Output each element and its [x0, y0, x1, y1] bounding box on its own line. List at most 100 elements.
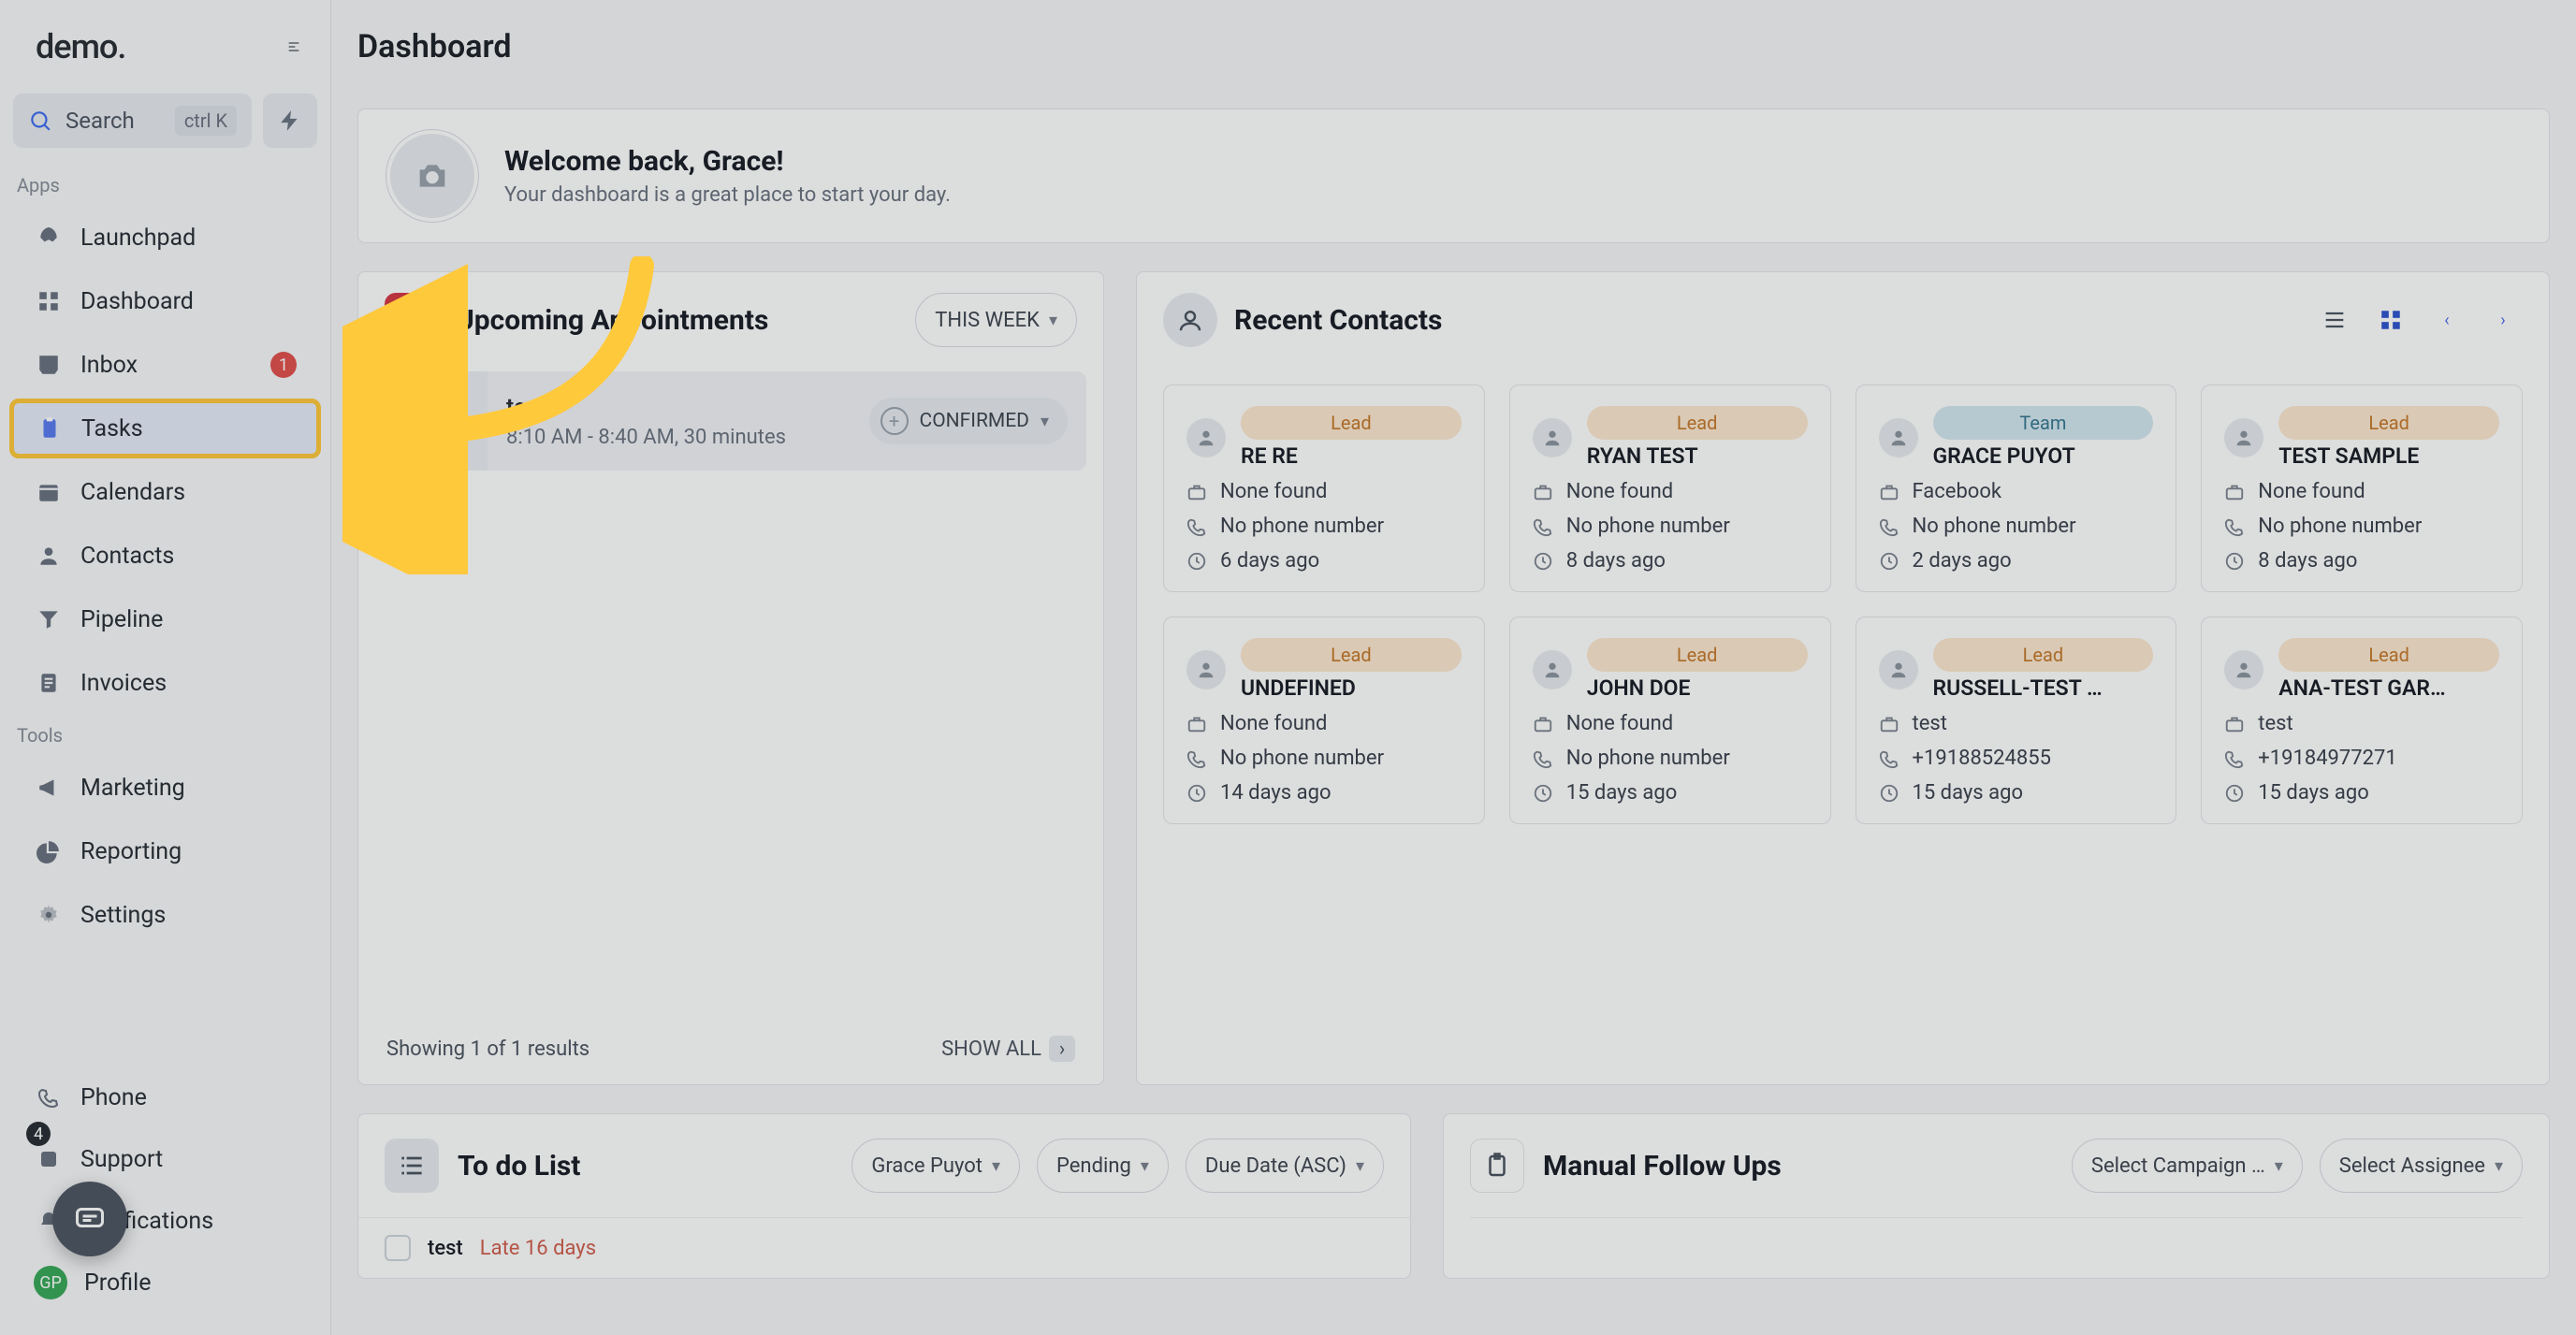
clock-icon — [2224, 551, 2245, 572]
chevron-down-icon: ▾ — [992, 1156, 1000, 1176]
filter-label: Pending — [1056, 1154, 1131, 1178]
appointment-status-dropdown[interactable]: + CONFIRMED ▾ — [869, 398, 1068, 444]
profile-photo-placeholder[interactable] — [386, 130, 478, 222]
show-all-button[interactable]: SHOW ALL › — [941, 1036, 1075, 1062]
manual-campaign-filter[interactable]: Select Campaign … ▾ — [2072, 1139, 2303, 1193]
gear-icon — [34, 900, 64, 930]
calendar-add-icon — [385, 293, 439, 347]
contact-name: RE RE — [1241, 443, 1462, 469]
sidebar-item-label: Launchpad — [80, 225, 196, 252]
contact-age: 8 days ago — [2224, 549, 2499, 573]
appointments-range-filter[interactable]: THIS WEEK ▾ — [915, 293, 1077, 347]
contact-phone: No phone number — [1879, 515, 2154, 538]
sidebar-item-inbox[interactable]: Inbox 1 — [13, 335, 317, 395]
user-icon — [34, 541, 64, 571]
appointment-day: 17 — [411, 410, 451, 451]
sidebar-item-reporting[interactable]: Reporting — [13, 821, 317, 881]
contact-age: 15 days ago — [2224, 781, 2499, 805]
sidebar-item-label: Calendars — [80, 479, 185, 506]
sidebar-item-calendars[interactable]: Calendars — [13, 462, 317, 522]
contact-card[interactable]: Lead RYAN TEST None found No phone numbe… — [1509, 385, 1831, 592]
grid-icon — [34, 286, 64, 316]
contact-card[interactable]: Lead JOHN DOE None found No phone number… — [1509, 617, 1831, 824]
contact-age: 6 days ago — [1186, 549, 1462, 573]
clock-icon — [1879, 551, 1899, 572]
search-input[interactable]: Search ctrl K — [13, 94, 252, 148]
page-prev-button[interactable]: ‹ — [2427, 300, 2467, 340]
checklist-icon — [385, 1139, 439, 1193]
todo-checkbox[interactable] — [385, 1235, 411, 1261]
appointment-dow: WED — [414, 391, 450, 410]
sidebar-item-support[interactable]: 4 Support — [13, 1129, 317, 1189]
todo-sort-filter[interactable]: Due Date (ASC)▾ — [1186, 1139, 1384, 1193]
sidebar: demo. Search ctrl K Apps Launchpad Dashb… — [0, 0, 331, 1335]
contact-card[interactable]: Lead TEST SAMPLE None found No phone num… — [2201, 385, 2523, 592]
todo-user-filter[interactable]: Grace Puyot▾ — [851, 1139, 1020, 1193]
manual-assignee-filter[interactable]: Select Assignee▾ — [2320, 1139, 2523, 1193]
contact-card[interactable]: Lead UNDEFINED None found No phone numbe… — [1163, 617, 1485, 824]
sidebar-item-pipeline[interactable]: Pipeline — [13, 589, 317, 649]
contact-age: 15 days ago — [1533, 781, 1808, 805]
chevron-down-icon: ▾ — [2275, 1156, 2283, 1176]
contact-tag: Lead — [2278, 638, 2499, 672]
contact-avatar — [1186, 650, 1226, 689]
sidebar-item-marketing[interactable]: Marketing — [13, 758, 317, 818]
sidebar-item-launchpad[interactable]: Launchpad — [13, 208, 317, 268]
user-icon — [1196, 660, 1216, 680]
contact-avatar — [1879, 418, 1918, 457]
chat-launcher[interactable] — [52, 1182, 127, 1256]
contact-age: 2 days ago — [1879, 549, 2154, 573]
phone-icon — [1186, 516, 1207, 537]
sidebar-item-contacts[interactable]: Contacts — [13, 526, 317, 586]
phone-icon — [1879, 748, 1899, 769]
show-all-label: SHOW ALL — [941, 1038, 1041, 1061]
contact-company: None found — [1533, 480, 1808, 503]
todo-status-filter[interactable]: Pending▾ — [1037, 1139, 1169, 1193]
results-count: Showing 1 of 1 results — [386, 1038, 589, 1061]
contact-phone: No phone number — [1186, 747, 1462, 770]
card-title: To do List — [458, 1150, 833, 1183]
camera-icon — [414, 157, 451, 195]
sidebar-item-label: Profile — [84, 1270, 151, 1297]
chevron-down-icon: ▾ — [1356, 1156, 1364, 1176]
contact-tag: Lead — [1241, 638, 1462, 672]
contact-age: 15 days ago — [1879, 781, 2154, 805]
contact-phone: +19188524855 — [1879, 747, 2154, 770]
view-grid-button[interactable] — [2371, 300, 2410, 340]
contact-company: None found — [1186, 480, 1462, 503]
appointments-footer: Showing 1 of 1 results SHOW ALL › — [358, 1013, 1103, 1084]
contact-card[interactable]: Lead RE RE None found No phone number 6 … — [1163, 385, 1485, 592]
phone-icon — [1879, 516, 1899, 537]
todo-item[interactable]: test Late 16 days — [358, 1217, 1410, 1278]
contacts-grid: Lead RE RE None found No phone number 6 … — [1137, 368, 2549, 850]
clock-icon — [2224, 783, 2245, 804]
phone-icon — [2224, 748, 2245, 769]
sidebar-item-dashboard[interactable]: Dashboard — [13, 271, 317, 331]
contact-card[interactable]: Lead RUSSELL-TEST … test +19188524855 15… — [1856, 617, 2177, 824]
page-next-button[interactable]: › — [2483, 300, 2523, 340]
sidebar-item-invoices[interactable]: Invoices — [13, 653, 317, 713]
contact-avatar — [1879, 650, 1918, 689]
status-label: CONFIRMED — [920, 410, 1029, 432]
todo-list-card: To do List Grace Puyot▾ Pending▾ Due Dat… — [357, 1113, 1411, 1279]
sidebar-item-phone[interactable]: Phone — [13, 1067, 317, 1127]
contact-card[interactable]: Team GRACE PUYOT Facebook No phone numbe… — [1856, 385, 2177, 592]
sidebar-item-label: Inbox — [80, 352, 138, 379]
view-list-button[interactable] — [2315, 300, 2354, 340]
quick-actions-button[interactable] — [263, 94, 317, 148]
sidebar-item-label: Contacts — [80, 543, 174, 570]
sidebar-item-settings[interactable]: Settings — [13, 885, 317, 945]
contact-company: Facebook — [1879, 480, 2154, 503]
sidebar-item-profile[interactable]: GP Profile — [13, 1253, 317, 1313]
contact-company: None found — [1186, 712, 1462, 735]
person-icon — [1163, 293, 1217, 347]
contact-avatar — [2224, 650, 2263, 689]
clock-icon — [1186, 551, 1207, 572]
phone-icon — [1186, 748, 1207, 769]
sidebar-item-tasks[interactable]: Tasks — [9, 399, 321, 458]
filter-label: Select Campaign … — [2091, 1154, 2265, 1178]
rocket-icon — [34, 223, 64, 253]
sidebar-collapse-button[interactable] — [274, 27, 313, 66]
appointment-row[interactable]: WED 17 test 8:10 AM - 8:40 AM, 30 minute… — [375, 371, 1086, 471]
contact-card[interactable]: Lead ANA-TEST GAR… test +19184977271 15 … — [2201, 617, 2523, 824]
